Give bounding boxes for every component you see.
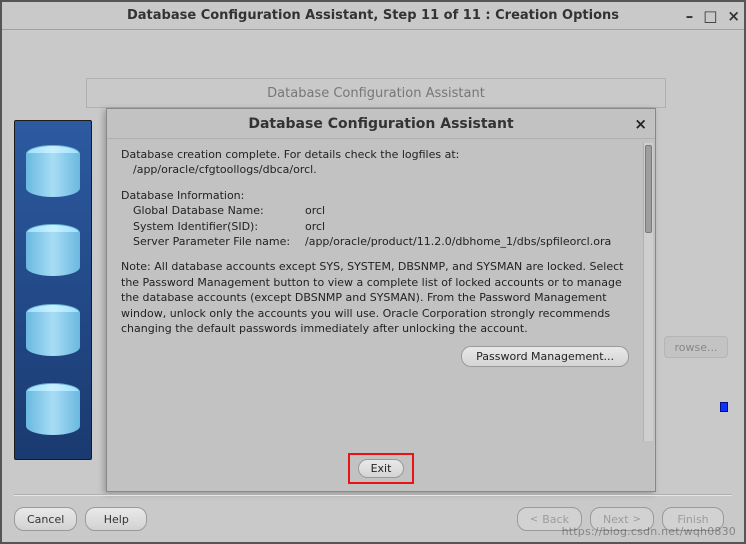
separator [14, 494, 732, 496]
maximize-icon[interactable]: □ [703, 2, 717, 30]
intermediate-window-title: Database Configuration Assistant [267, 86, 485, 101]
database-cylinder-icon [26, 145, 80, 197]
dialog-body: Database creation complete. For details … [107, 139, 655, 445]
creation-complete-text: Database creation complete. For details … [121, 147, 641, 162]
logfiles-path: /app/oracle/cfgtoollogs/dbca/orcl. [121, 162, 641, 177]
database-cylinder-icon [26, 224, 80, 276]
database-cylinder-icon [26, 304, 80, 356]
exit-highlight-box: Exit [348, 453, 415, 484]
database-cylinder-icon [26, 383, 80, 435]
close-icon[interactable]: × [727, 2, 740, 30]
password-mgmt-row: Password Management... [121, 346, 641, 367]
dialog-titlebar: Database Configuration Assistant × [107, 109, 655, 139]
scrollbar-track[interactable] [643, 143, 653, 441]
dialog-close-icon[interactable]: × [634, 115, 647, 133]
intermediate-window-titlebar: Database Configuration Assistant [86, 78, 666, 108]
creation-complete-section: Database creation complete. For details … [121, 147, 641, 178]
wizard-illustration [14, 120, 92, 460]
db-info-heading: Database Information: [121, 188, 641, 203]
main-window: Database Configuration Assistant, Step 1… [0, 0, 746, 544]
titlebar: Database Configuration Assistant, Step 1… [2, 2, 744, 30]
window-controls: – □ × [686, 2, 740, 30]
chevron-right-icon: > [633, 514, 641, 525]
browse-button[interactable]: rowse... [664, 336, 728, 358]
exit-button[interactable]: Exit [358, 459, 405, 478]
completion-dialog: Database Configuration Assistant × Datab… [106, 108, 656, 492]
spfile-value: /app/oracle/product/11.2.0/dbhome_1/dbs/… [305, 234, 641, 249]
global-db-label: Global Database Name: [133, 203, 305, 218]
dialog-title: Database Configuration Assistant [107, 116, 655, 132]
accounts-note: Note: All database accounts except SYS, … [121, 259, 641, 336]
next-button: Next > [590, 507, 654, 531]
chevron-left-icon: < [530, 514, 538, 525]
scrollbar-thumb[interactable] [645, 145, 652, 233]
minimize-icon[interactable]: – [686, 2, 694, 30]
db-info-section: Database Information: Global Database Na… [121, 188, 641, 250]
global-db-value: orcl [305, 203, 641, 218]
sid-value: orcl [305, 219, 641, 234]
window-title: Database Configuration Assistant, Step 1… [2, 8, 744, 23]
spfile-label: Server Parameter File name: [133, 234, 305, 249]
back-button: < Back [517, 507, 582, 531]
wizard-button-bar: Cancel Help < Back Next > Finish [14, 504, 732, 534]
help-button[interactable]: Help [85, 507, 147, 531]
selection-handle-icon [720, 402, 728, 412]
sid-label: System Identifier(SID): [133, 219, 305, 234]
dialog-footer: Exit [107, 445, 655, 491]
finish-button: Finish [662, 507, 724, 531]
password-management-button[interactable]: Password Management... [461, 346, 629, 367]
client-area: rowse... Database Configuration Assistan… [2, 30, 744, 542]
cancel-button[interactable]: Cancel [14, 507, 77, 531]
